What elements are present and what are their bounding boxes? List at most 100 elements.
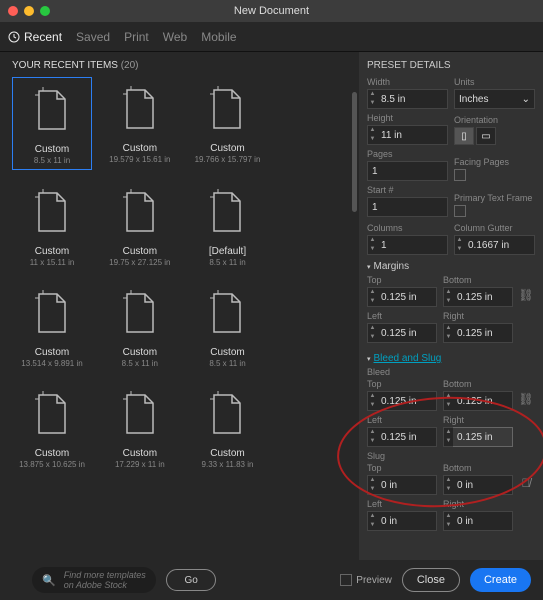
margin-left-field[interactable]: ▲▼0.125 in bbox=[367, 323, 437, 343]
preset-card[interactable]: Custom11 x 15.11 in bbox=[12, 180, 92, 271]
recent-header: YOUR RECENT ITEMS (20) bbox=[12, 60, 355, 71]
pages-label: Pages bbox=[367, 149, 448, 159]
card-dimensions: 13.875 x 10.625 in bbox=[16, 460, 88, 469]
card-title: [Default] bbox=[192, 246, 264, 257]
document-icon bbox=[17, 386, 87, 442]
orientation-landscape[interactable]: ▭ bbox=[476, 127, 496, 145]
ptf-label: Primary Text Frame bbox=[454, 193, 535, 203]
preset-card[interactable]: Custom8.5 x 11 in bbox=[188, 281, 268, 372]
preview-toggle[interactable]: Preview bbox=[340, 574, 392, 586]
ptf-checkbox[interactable] bbox=[454, 205, 466, 217]
card-dimensions: 8.5 x 11 in bbox=[192, 258, 264, 267]
document-icon bbox=[17, 285, 87, 341]
width-label: Width bbox=[367, 77, 448, 87]
start-field[interactable]: 1 bbox=[367, 197, 448, 217]
preset-card[interactable]: Custom9.33 x 11.83 in bbox=[188, 382, 268, 473]
card-dimensions: 19.579 x 15.61 in bbox=[104, 155, 176, 164]
bleed-right-field[interactable]: ▲▼0.125 in bbox=[443, 427, 513, 447]
slug-left-field[interactable]: ▲▼0 in bbox=[367, 511, 437, 531]
slug-right-field[interactable]: ▲▼0 in bbox=[443, 511, 513, 531]
bleed-bottom-field[interactable]: ▲▼0.125 in bbox=[443, 391, 513, 411]
preset-card[interactable]: Custom17.229 x 11 in bbox=[100, 382, 180, 473]
document-icon bbox=[17, 184, 87, 240]
search-icon: 🔍 bbox=[42, 574, 56, 587]
recent-panel: YOUR RECENT ITEMS (20) Custom8.5 x 11 in… bbox=[0, 52, 359, 560]
preset-card[interactable]: Custom19.579 x 15.61 in bbox=[100, 77, 180, 170]
slug-top-field[interactable]: ▲▼0 in bbox=[367, 475, 437, 495]
preset-card[interactable]: Custom8.5 x 11 in bbox=[100, 281, 180, 372]
go-button[interactable]: Go bbox=[166, 569, 216, 591]
card-title: Custom bbox=[16, 448, 88, 459]
preset-card[interactable]: Custom19.766 x 15.797 in bbox=[188, 77, 268, 170]
height-label: Height bbox=[367, 113, 448, 123]
start-label: Start # bbox=[367, 185, 448, 195]
card-title: Custom bbox=[104, 347, 176, 358]
tab-print[interactable]: Print bbox=[124, 30, 149, 44]
bleed-slug-section[interactable]: ▾Bleed and Slug bbox=[367, 353, 535, 364]
bleed-left-field[interactable]: ▲▼0.125 in bbox=[367, 427, 437, 447]
card-dimensions: 8.5 x 11 in bbox=[17, 156, 87, 165]
margin-right-field[interactable]: ▲▼0.125 in bbox=[443, 323, 513, 343]
preset-details-title: PRESET DETAILS bbox=[367, 60, 535, 71]
slug-label: Slug bbox=[367, 451, 535, 461]
window-title: New Document bbox=[0, 5, 543, 17]
card-dimensions: 11 x 15.11 in bbox=[16, 258, 88, 267]
scrollbar[interactable] bbox=[352, 92, 357, 212]
link-margins-icon[interactable]: ⛓ bbox=[517, 275, 535, 315]
card-title: Custom bbox=[104, 246, 176, 257]
document-icon bbox=[105, 81, 175, 137]
document-icon bbox=[192, 81, 262, 137]
preset-details-panel: PRESET DETAILS Width ▲▼8.5 in Units Inch… bbox=[359, 52, 543, 560]
card-title: Custom bbox=[16, 347, 88, 358]
document-icon bbox=[105, 285, 175, 341]
margin-top-field[interactable]: ▲▼0.125 in bbox=[367, 287, 437, 307]
tab-mobile[interactable]: Mobile bbox=[201, 30, 236, 44]
slug-bottom-field[interactable]: ▲▼0 in bbox=[443, 475, 513, 495]
document-icon bbox=[105, 386, 175, 442]
orientation-portrait[interactable]: ▯ bbox=[454, 127, 474, 145]
titlebar: New Document bbox=[0, 0, 543, 22]
document-icon bbox=[192, 386, 262, 442]
height-field[interactable]: ▲▼11 in bbox=[367, 125, 448, 145]
tab-web[interactable]: Web bbox=[163, 30, 187, 44]
preset-card[interactable]: Custom8.5 x 11 in bbox=[12, 77, 92, 170]
facing-pages-checkbox[interactable] bbox=[454, 169, 466, 181]
margins-section[interactable]: ▾Margins bbox=[367, 261, 535, 272]
units-select[interactable]: Inches⌄ bbox=[454, 89, 535, 109]
facing-pages-label: Facing Pages bbox=[454, 157, 535, 167]
chevron-down-icon: ▾ bbox=[367, 355, 371, 363]
bleed-label: Bleed bbox=[367, 367, 535, 377]
gutter-field[interactable]: ▲▼0.1667 in bbox=[454, 235, 535, 255]
document-icon bbox=[192, 285, 262, 341]
clock-icon bbox=[8, 31, 20, 43]
preset-card[interactable]: Custom13.875 x 10.625 in bbox=[12, 382, 92, 473]
card-dimensions: 19.766 x 15.797 in bbox=[192, 155, 264, 164]
bleed-top-field[interactable]: ▲▼0.125 in bbox=[367, 391, 437, 411]
chevron-down-icon: ▾ bbox=[367, 263, 371, 271]
document-icon bbox=[17, 82, 87, 138]
card-title: Custom bbox=[192, 448, 264, 459]
tab-saved[interactable]: Saved bbox=[76, 30, 110, 44]
preset-card[interactable]: Custom13.514 x 9.891 in bbox=[12, 281, 92, 372]
stock-search[interactable]: 🔍 Find more templates on Adobe Stock bbox=[32, 567, 156, 593]
close-button[interactable]: Close bbox=[402, 568, 460, 592]
orientation-label: Orientation bbox=[454, 115, 535, 125]
margin-bottom-field[interactable]: ▲▼0.125 in bbox=[443, 287, 513, 307]
tab-recent[interactable]: Recent bbox=[8, 30, 62, 44]
preset-card[interactable]: [Default]8.5 x 11 in bbox=[188, 180, 268, 271]
create-button[interactable]: Create bbox=[470, 568, 531, 592]
link-bleed-icon[interactable]: ⛓ bbox=[517, 379, 535, 419]
card-dimensions: 8.5 x 11 in bbox=[192, 359, 264, 368]
footer: 🔍 Find more templates on Adobe Stock Go … bbox=[0, 560, 543, 600]
units-label: Units bbox=[454, 77, 535, 87]
gutter-label: Column Gutter bbox=[454, 223, 535, 233]
width-field[interactable]: ▲▼8.5 in bbox=[367, 89, 448, 109]
preset-card[interactable]: Custom19.75 x 27.125 in bbox=[100, 180, 180, 271]
card-title: Custom bbox=[104, 448, 176, 459]
link-slug-icon[interactable]: ⛓̸ bbox=[517, 463, 535, 503]
card-title: Custom bbox=[192, 143, 264, 154]
columns-field[interactable]: ▲▼1 bbox=[367, 235, 448, 255]
card-title: Custom bbox=[16, 246, 88, 257]
card-title: Custom bbox=[104, 143, 176, 154]
pages-field[interactable]: 1 bbox=[367, 161, 448, 181]
